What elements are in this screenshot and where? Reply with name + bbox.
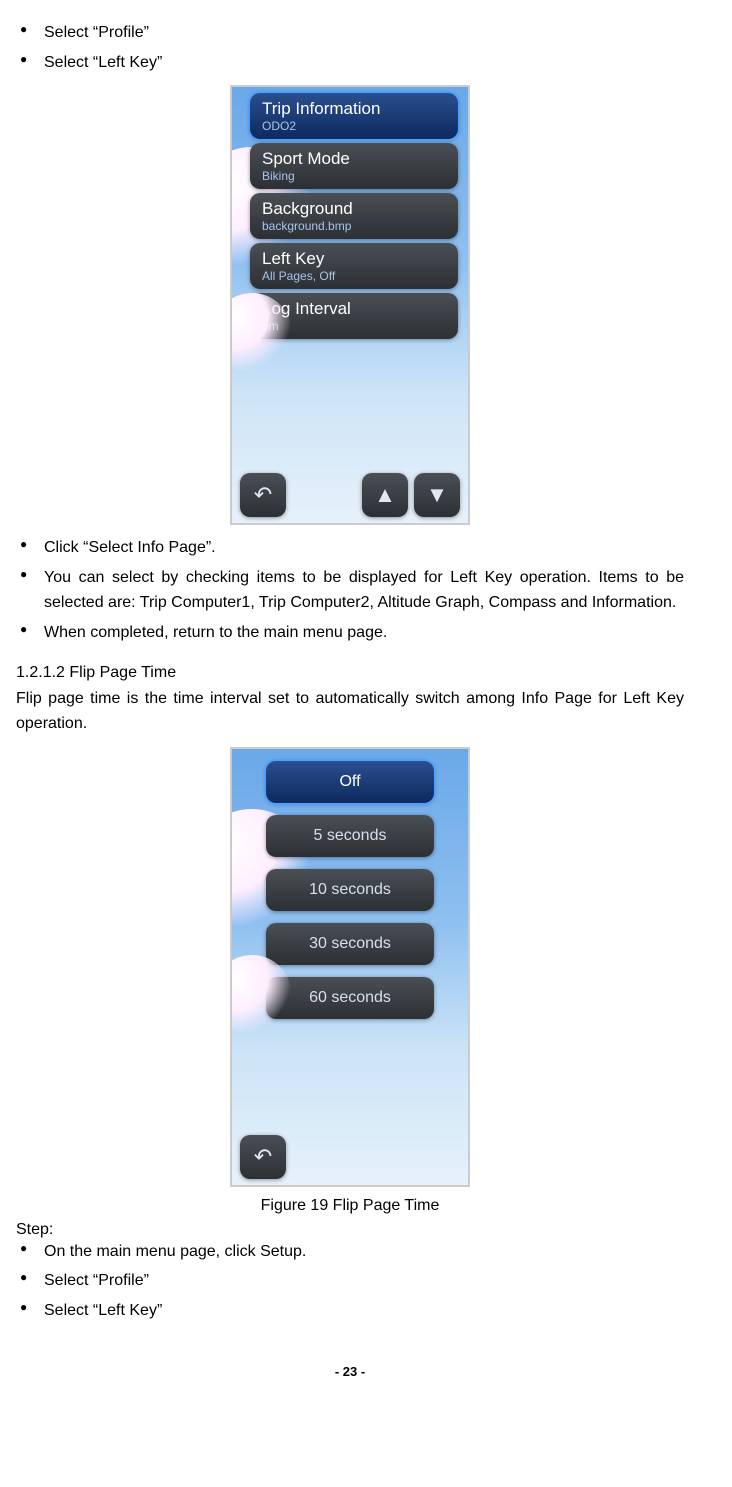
menu-item-title: Background (262, 199, 446, 219)
page-number: - 23 - (16, 1364, 684, 1379)
menu-stack: Trip Information ODO2 Sport Mode Biking … (250, 93, 458, 339)
option-5-seconds[interactable]: 5 seconds (266, 815, 434, 857)
bottom-bullet-list: On the main menu page, click Setup. Sele… (16, 1239, 684, 1324)
up-button[interactable]: ▲ (362, 473, 408, 517)
list-item: When completed, return to the main menu … (16, 620, 684, 646)
menu-item-sub: ODO2 (262, 119, 446, 133)
screenshot-2-wrap: Off 5 seconds 10 seconds 30 seconds 60 s… (16, 747, 684, 1187)
menu-item-left-key[interactable]: Left Key All Pages, Off (250, 243, 458, 289)
nav-group: ▲ ▼ (362, 473, 460, 517)
list-item: You can select by checking items to be d… (16, 565, 684, 616)
back-button[interactable]: ↶ (240, 1135, 286, 1179)
section-heading: 1.2.1.2 Flip Page Time (16, 664, 684, 682)
section-paragraph: Flip page time is the time interval set … (16, 686, 684, 737)
device-screen-2: Off 5 seconds 10 seconds 30 seconds 60 s… (230, 747, 470, 1187)
list-item: Click “Select Info Page”. (16, 535, 684, 561)
menu-item-sport-mode[interactable]: Sport Mode Biking (250, 143, 458, 189)
menu-item-sub: Biking (262, 169, 446, 183)
menu-item-title: Sport Mode (262, 149, 446, 169)
menu-item-sub: background.bmp (262, 219, 446, 233)
bottom-nav-bar: ↶ (240, 1135, 460, 1179)
step-label: Step: (16, 1221, 684, 1239)
back-button[interactable]: ↶ (240, 473, 286, 517)
top-bullet-list: Select “Profile” Select “Left Key” (16, 20, 684, 75)
list-item: On the main menu page, click Setup. (16, 1239, 684, 1265)
bottom-nav-bar: ↶ ▲ ▼ (240, 473, 460, 517)
option-10-seconds[interactable]: 10 seconds (266, 869, 434, 911)
device-screen-1: Trip Information ODO2 Sport Mode Biking … (230, 85, 470, 525)
list-item: Select “Left Key” (16, 50, 684, 76)
back-arrow-icon: ↶ (254, 1144, 272, 1170)
menu-item-trip-information[interactable]: Trip Information ODO2 (250, 93, 458, 139)
option-60-seconds[interactable]: 60 seconds (266, 977, 434, 1019)
menu-item-background[interactable]: Background background.bmp (250, 193, 458, 239)
menu-item-title: Log Interval (262, 299, 446, 319)
list-item: Select “Left Key” (16, 1298, 684, 1324)
menu-item-sub: 5m (262, 319, 446, 333)
option-30-seconds[interactable]: 30 seconds (266, 923, 434, 965)
figure-caption: Figure 19 Flip Page Time (16, 1197, 684, 1215)
menu-item-title: Trip Information (262, 99, 446, 119)
down-button[interactable]: ▼ (414, 473, 460, 517)
list-item: Select “Profile” (16, 1268, 684, 1294)
mid-bullet-list: Click “Select Info Page”. You can select… (16, 535, 684, 645)
back-arrow-icon: ↶ (254, 482, 272, 508)
menu-item-title: Left Key (262, 249, 446, 269)
screenshot-1-wrap: Trip Information ODO2 Sport Mode Biking … (16, 85, 684, 525)
chevron-down-icon: ▼ (426, 482, 448, 508)
option-list: Off 5 seconds 10 seconds 30 seconds 60 s… (266, 761, 434, 1019)
menu-item-sub: All Pages, Off (262, 269, 446, 283)
chevron-up-icon: ▲ (374, 482, 396, 508)
list-item: Select “Profile” (16, 20, 684, 46)
option-off[interactable]: Off (266, 761, 434, 803)
menu-item-log-interval[interactable]: Log Interval 5m (250, 293, 458, 339)
